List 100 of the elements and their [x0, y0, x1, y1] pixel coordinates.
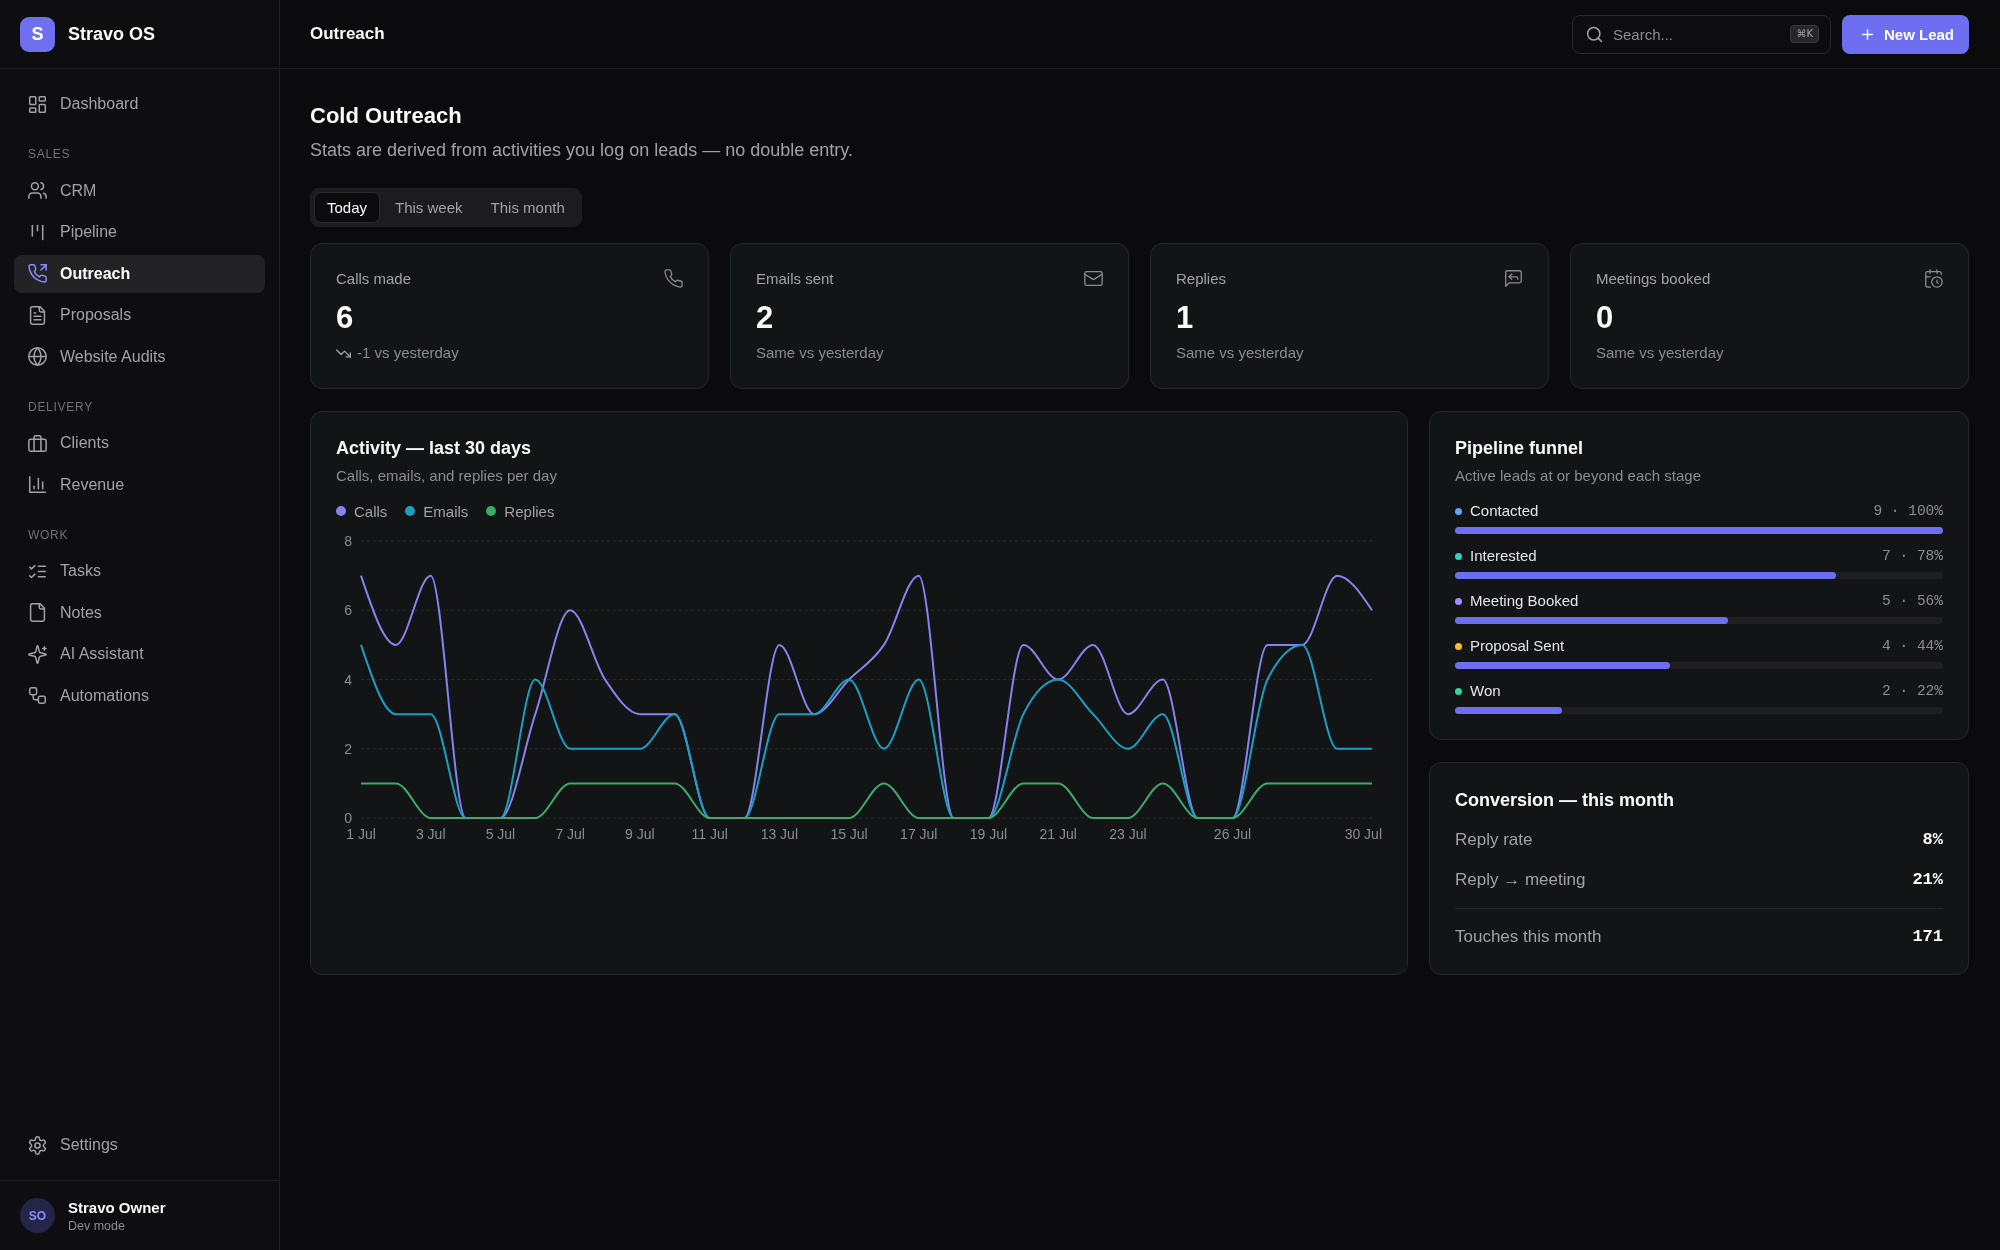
metric-label: Touches this month — [1455, 925, 1602, 948]
metric-value: 171 — [1912, 925, 1943, 948]
stat-label: Emails sent — [756, 269, 834, 287]
user-avatar: SO — [20, 1198, 55, 1233]
legend-label: Calls — [354, 502, 388, 520]
y-axis-label: 8 — [344, 533, 352, 549]
chart-title: Activity — last 30 days — [336, 437, 532, 459]
period-tab[interactable]: This month — [477, 192, 578, 223]
period-tab[interactable]: This week — [382, 192, 476, 223]
x-axis-label: 7 Jul — [555, 826, 585, 842]
x-axis-label: 19 Jul — [969, 826, 1008, 842]
x-axis-label: 30 Jul — [1344, 826, 1382, 842]
page-subtitle: Stats are derived from activities you log on leads — no double entry. — [310, 139, 853, 161]
user-mode: Dev mode — [68, 1218, 125, 1233]
stage-count: 9 · 100% — [1873, 502, 1943, 520]
x-axis-label: 15 Jul — [830, 826, 868, 842]
x-axis-label: 3 Jul — [415, 826, 446, 842]
stage-label: Contacted — [1470, 502, 1539, 520]
nav-item[interactable]: Clients — [14, 424, 265, 462]
stat-comparison: Same vs yesterday — [756, 344, 884, 362]
stage-label: Interested — [1470, 547, 1537, 565]
nav-item[interactable]: Settings — [14, 1126, 265, 1164]
plus-icon — [1859, 26, 1875, 42]
section-heading: DELIVERY — [28, 399, 93, 414]
nav-item[interactable]: Automations — [14, 676, 265, 715]
mail-icon — [1084, 268, 1103, 288]
stage-count: 4 · 44% — [1882, 637, 1943, 655]
stage-label: Meeting Booked — [1470, 592, 1579, 610]
nav-item[interactable]: Outreach — [14, 254, 265, 293]
x-axis-label: 21 Jul — [1039, 826, 1077, 842]
sparkles-icon — [28, 644, 47, 664]
nav-item[interactable]: Notes — [14, 593, 265, 632]
page-heading: Outreach — [310, 24, 385, 44]
metric-label: Reply rate — [1455, 828, 1533, 851]
stat-value: 2 — [756, 301, 774, 335]
page-title: Cold Outreach — [310, 102, 462, 130]
x-axis-label: 5 Jul — [485, 826, 516, 842]
reply-message-icon — [1504, 268, 1523, 288]
metric-value: 21% — [1912, 868, 1943, 891]
metric-value: 8% — [1922, 828, 1943, 851]
section-heading: WORK — [28, 527, 69, 542]
stage-label: Proposal Sent — [1470, 637, 1565, 655]
user-name: Stravo Owner — [68, 1198, 166, 1216]
funnel-subtitle: Active leads at or beyond each stage — [1455, 467, 1701, 485]
chart-subtitle: Calls, emails, and replies per day — [336, 467, 557, 485]
conversion-title: Conversion — this month — [1455, 788, 1674, 811]
section-heading: SALES — [28, 147, 71, 161]
y-axis-label: 2 — [344, 740, 352, 757]
nav-item[interactable]: AI Assistant — [14, 635, 265, 673]
stat-comparison: Same vs yesterday — [1176, 344, 1304, 362]
bar-chart-icon — [28, 475, 47, 494]
x-axis-label: 26 Jul — [1213, 826, 1252, 842]
nav-item[interactable]: Revenue — [14, 465, 265, 504]
users-icon — [28, 181, 47, 200]
nav-item[interactable]: Tasks — [14, 552, 265, 590]
stat-label: Calls made — [336, 269, 412, 287]
stat-comparison: -1 vs yesterday — [357, 344, 459, 362]
nav-item[interactable]: Website Audits — [14, 337, 265, 376]
funnel-title: Pipeline funnel — [1455, 437, 1583, 459]
x-axis-label: 23 Jul — [1109, 826, 1147, 842]
stat-value: 1 — [1176, 301, 1194, 335]
phone-arrow-icon — [28, 264, 47, 283]
legend-label: Emails — [423, 502, 469, 520]
app-name: Stravo OS — [68, 23, 156, 45]
settings-icon — [28, 1135, 47, 1155]
search-icon — [1585, 25, 1603, 43]
x-axis-label: 17 Jul — [900, 826, 938, 842]
globe-icon — [28, 347, 47, 366]
stat-value: 6 — [336, 301, 354, 335]
x-axis-label: 9 Jul — [625, 826, 655, 842]
stage-label: Won — [1470, 682, 1501, 700]
phone-icon — [664, 268, 683, 288]
stage-count: 2 · 22% — [1882, 682, 1943, 700]
new-lead-button[interactable]: New Lead — [1841, 14, 1969, 54]
nav-item[interactable]: CRM — [14, 171, 265, 210]
x-axis-label: 13 Jul — [760, 826, 798, 842]
workflow-icon — [28, 686, 47, 705]
app-logo: S — [20, 16, 55, 52]
nav-item[interactable]: Pipeline — [14, 213, 265, 251]
stage-count: 5 · 56% — [1882, 592, 1943, 610]
period-tab[interactable]: Today — [314, 192, 381, 223]
nav-item[interactable]: Proposals — [14, 296, 265, 334]
x-axis-label: 11 Jul — [691, 826, 728, 842]
calendar-clock-icon — [1924, 268, 1943, 288]
stat-comparison: Same vs yesterday — [1596, 344, 1724, 362]
stage-count: 7 · 78% — [1882, 547, 1943, 565]
y-axis-label: 0 — [344, 810, 352, 826]
y-axis-label: 4 — [344, 671, 352, 688]
file-icon — [28, 603, 47, 622]
legend-label: Replies — [504, 502, 555, 520]
grid-icon — [28, 94, 47, 114]
document-icon — [28, 305, 47, 325]
stat-value: 0 — [1596, 301, 1614, 335]
x-axis-label: 1 Jul — [346, 826, 376, 842]
stat-label: Meetings booked — [1596, 269, 1711, 287]
stat-label: Replies — [1176, 269, 1227, 287]
briefcase-icon — [28, 433, 47, 453]
nav-item[interactable]: Dashboard — [14, 85, 265, 123]
y-axis-label: 6 — [344, 602, 352, 619]
metric-label: Reply → meeting — [1455, 868, 1586, 891]
